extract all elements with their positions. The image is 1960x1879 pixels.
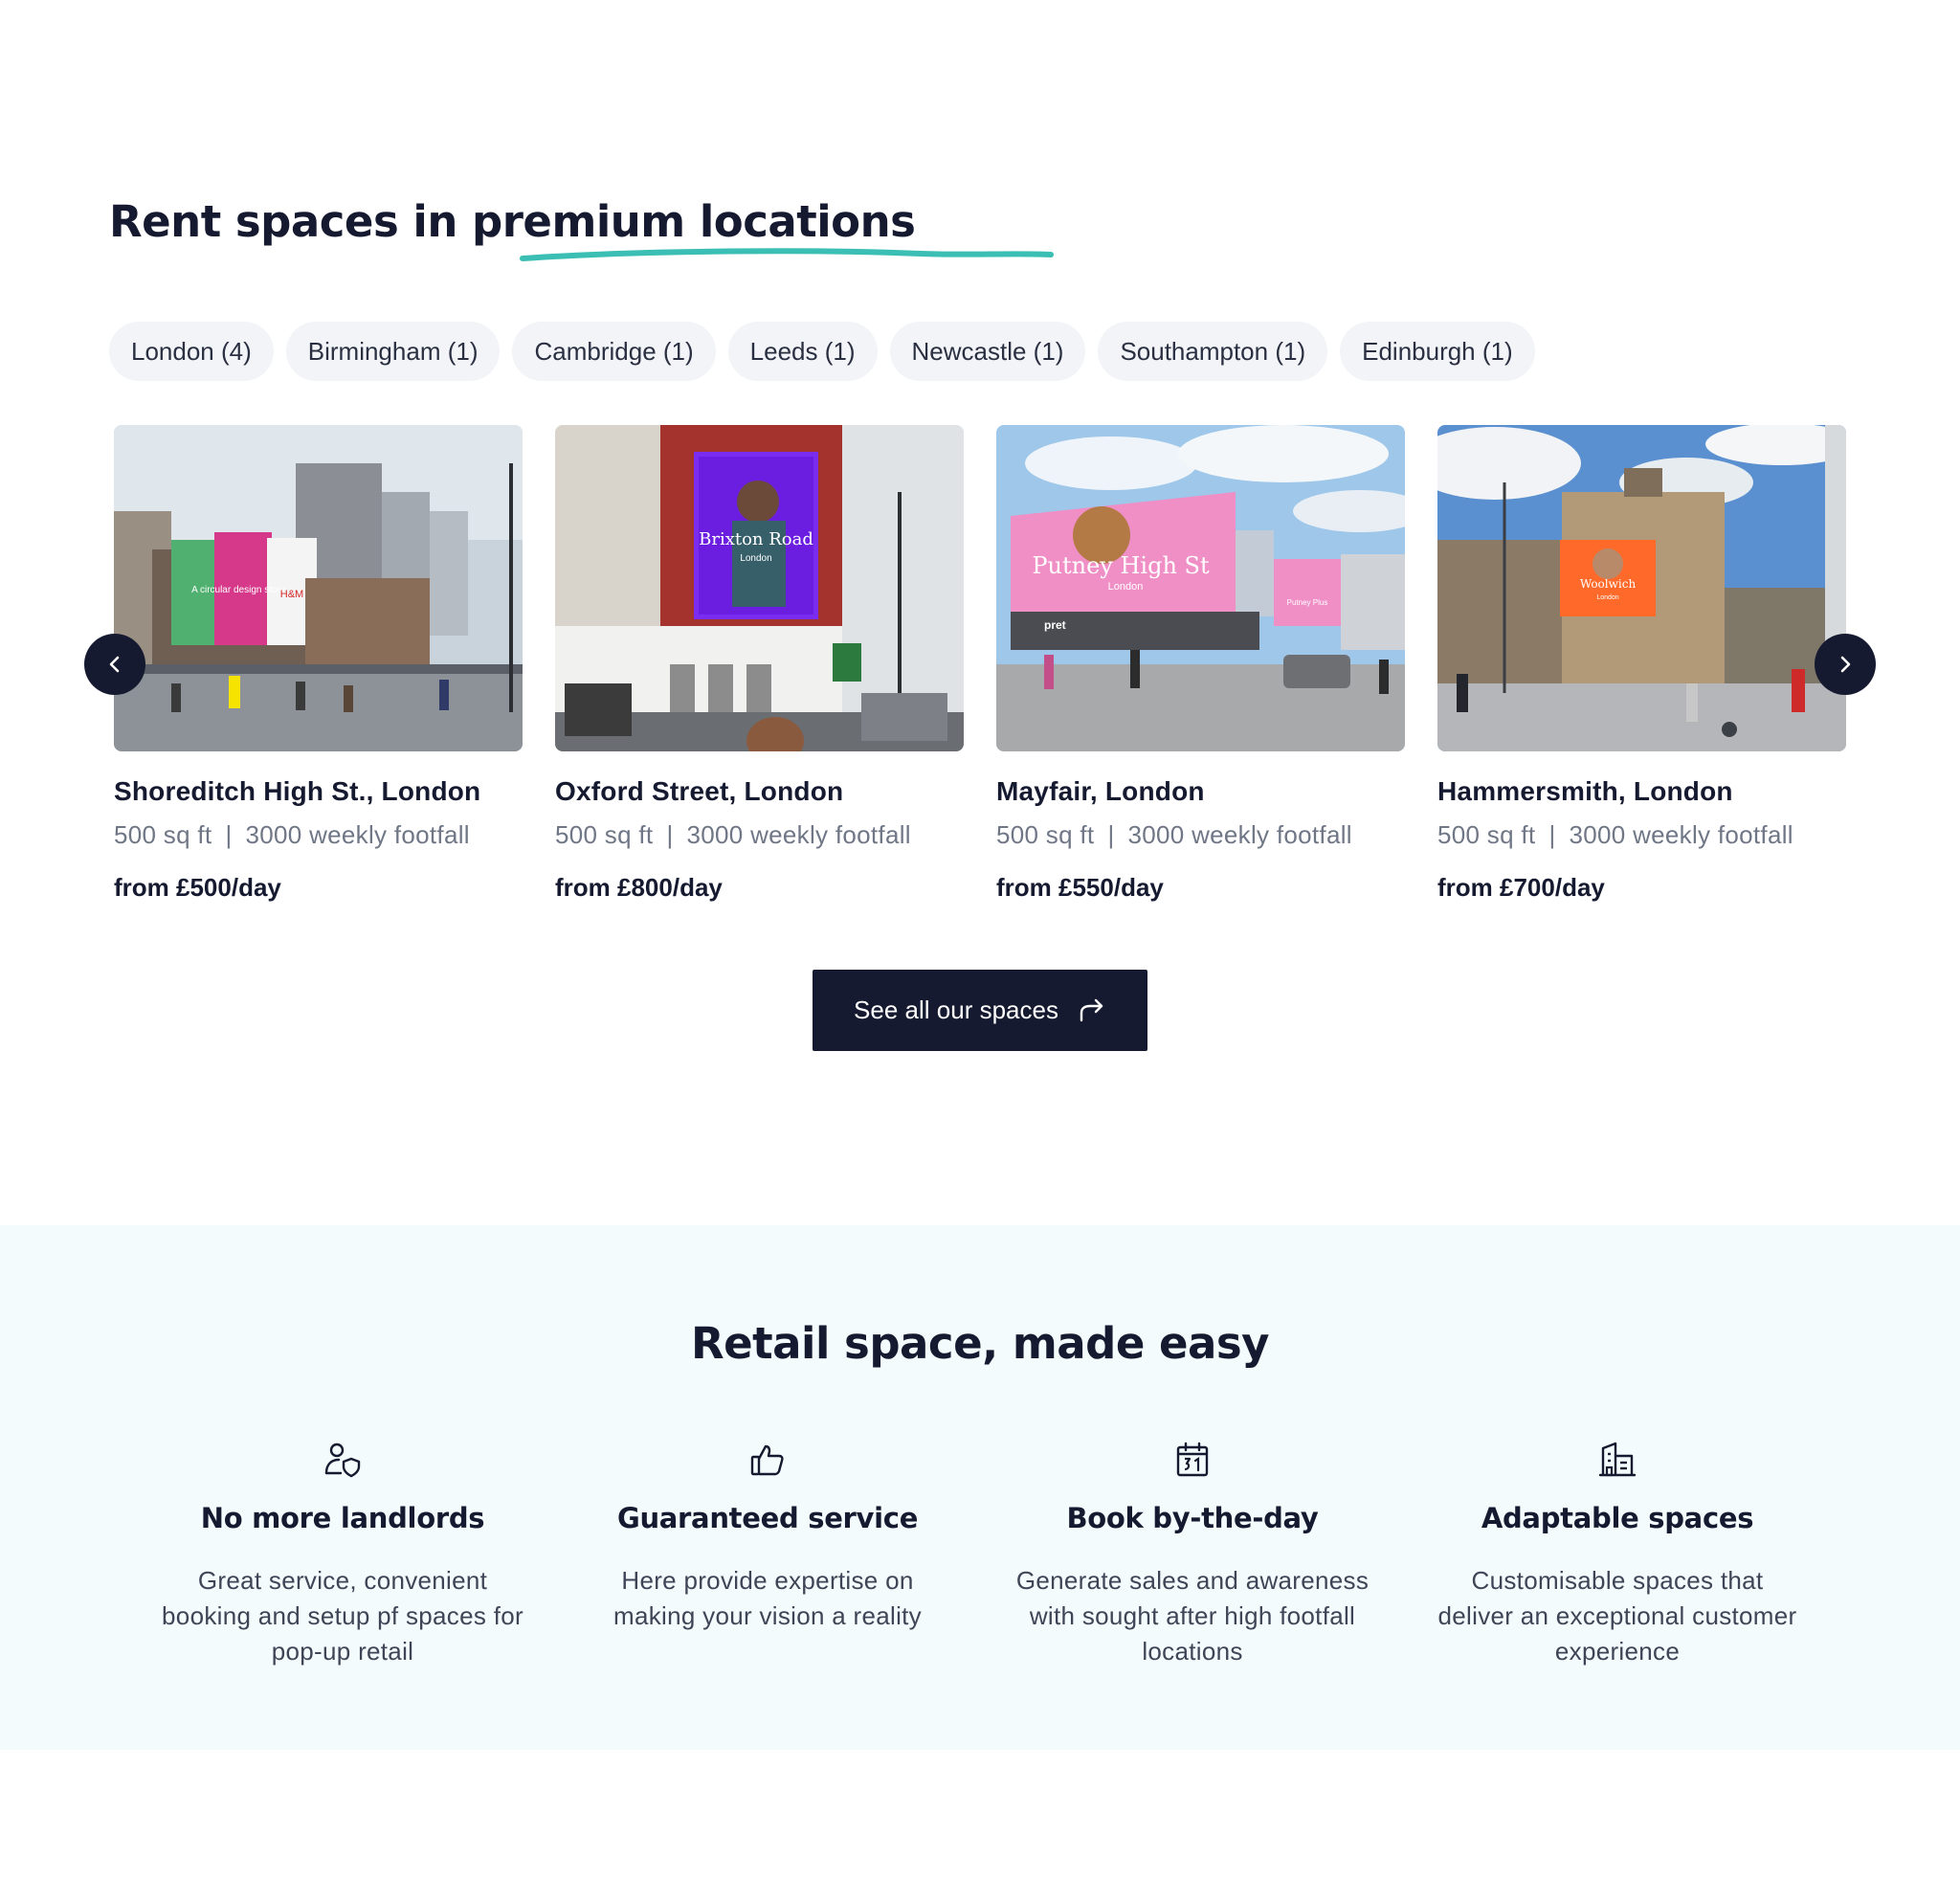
- space-size: 500 sq ft: [114, 820, 212, 849]
- space-meta: 500 sq ft | 3000 weekly footfall: [1437, 820, 1846, 850]
- billboard-small-text: Putney Plus: [1287, 598, 1328, 607]
- feature-no-landlords: No more landlords Great service, conveni…: [151, 1441, 534, 1669]
- billboard-brand: H&M: [280, 589, 303, 600]
- billboard-sub: London: [1596, 594, 1618, 601]
- space-footfall: 3000 weekly footfall: [686, 820, 911, 849]
- space-carousel: A circular design story H&M Shoreditch H…: [114, 425, 1846, 923]
- billboard-text: Putney High St: [1032, 552, 1210, 579]
- chevron-left-icon: [109, 656, 120, 673]
- feature-description: Great service, convenient booking and se…: [162, 1566, 523, 1666]
- space-price: from £550/day: [996, 873, 1164, 902]
- feature-title: Guaranteed service: [616, 1502, 919, 1534]
- billboard-text: Woolwich: [1580, 577, 1637, 591]
- meta-separator: |: [225, 820, 233, 849]
- feature-title: Book by-the-day: [1066, 1502, 1319, 1534]
- filter-chip-leeds[interactable]: Leeds (1): [727, 322, 878, 381]
- meta-separator: |: [666, 820, 674, 849]
- building-icon: [1598, 1442, 1637, 1477]
- see-all-spaces-button[interactable]: See all our spaces: [813, 970, 1147, 1051]
- space-title[interactable]: Shoreditch High St., London: [114, 776, 523, 807]
- space-title[interactable]: Mayfair, London: [996, 776, 1405, 807]
- meta-separator: |: [1548, 820, 1556, 849]
- user-shield-icon: [324, 1443, 361, 1478]
- feature-description: Here provide expertise on making your vi…: [613, 1566, 922, 1630]
- space-size: 500 sq ft: [1437, 820, 1536, 849]
- filter-chip-newcastle[interactable]: Newcastle (1): [889, 322, 1086, 381]
- billboard-text: Brixton Road: [699, 529, 813, 549]
- street-photo-image: Brixton Road London: [555, 425, 964, 751]
- chevron-right-icon: [1840, 656, 1851, 673]
- feature-adaptable-spaces: Adaptable spaces Customisable spaces tha…: [1426, 1441, 1809, 1669]
- street-photo-image: Putney High St London Putney Plus pret: [996, 425, 1405, 751]
- filter-chip-london[interactable]: London (4): [109, 322, 274, 381]
- space-footfall: 3000 weekly footfall: [245, 820, 470, 849]
- space-price: from £700/day: [1437, 873, 1605, 902]
- space-photo: Brixton Road London: [555, 425, 964, 751]
- billboard-text: A circular design story: [191, 585, 285, 595]
- space-card-mayfair[interactable]: Putney High St London Putney Plus pret M…: [996, 425, 1405, 903]
- cta-label: See all our spaces: [854, 995, 1058, 1024]
- space-title[interactable]: Hammersmith, London: [1437, 776, 1846, 807]
- space-size: 500 sq ft: [996, 820, 1095, 849]
- space-photo: Putney High St London Putney Plus pret: [996, 425, 1405, 751]
- feature-book-by-the-day: Book by-the-day Generate sales and aware…: [1001, 1441, 1384, 1669]
- carousel-next-button[interactable]: [1815, 634, 1876, 695]
- feature-description: Customisable spaces that deliver an exce…: [1437, 1566, 1797, 1666]
- heading-highlight: premium locations: [472, 196, 916, 247]
- section-heading: Rent spaces in premium locations: [109, 196, 1054, 261]
- space-meta: 500 sq ft | 3000 weekly footfall: [996, 820, 1405, 850]
- space-size: 500 sq ft: [555, 820, 654, 849]
- space-card-hammersmith[interactable]: Woolwich London Hammersmith, London 500 …: [1437, 425, 1846, 903]
- space-price: from £500/day: [114, 873, 281, 902]
- thumbs-up-icon: [750, 1444, 784, 1476]
- made-easy-heading: Retail space, made easy: [690, 1318, 1270, 1369]
- meta-separator: |: [1107, 820, 1115, 849]
- feature-description: Generate sales and awareness with sought…: [1015, 1566, 1370, 1666]
- brush-underline: [520, 248, 1054, 261]
- filter-chip-cambridge[interactable]: Cambridge (1): [512, 322, 716, 381]
- billboard-sub: London: [740, 553, 771, 564]
- filter-chip-southampton[interactable]: Southampton (1): [1098, 322, 1328, 381]
- filter-chip-edinburgh[interactable]: Edinburgh (1): [1340, 322, 1535, 381]
- street-photo-image: A circular design story H&M: [114, 425, 523, 751]
- space-footfall: 3000 weekly footfall: [1569, 820, 1793, 849]
- space-title[interactable]: Oxford Street, London: [555, 776, 964, 807]
- heading-text: Rent spaces in: [109, 196, 473, 247]
- feature-title: Adaptable spaces: [1481, 1502, 1754, 1534]
- space-card-shoreditch[interactable]: A circular design story H&M Shoreditch H…: [114, 425, 523, 903]
- space-footfall: 3000 weekly footfall: [1127, 820, 1352, 849]
- made-easy-section: Retail space, made easy No more landlord…: [0, 1225, 1960, 1750]
- filter-chip-birmingham[interactable]: Birmingham (1): [285, 322, 501, 381]
- feature-guaranteed-service: Guaranteed service Here provide expertis…: [576, 1441, 959, 1634]
- shop-sign: pret: [1044, 618, 1066, 632]
- billboard-sub: London: [1108, 581, 1144, 593]
- space-photo: A circular design story H&M: [114, 425, 523, 751]
- space-photo: Woolwich London: [1437, 425, 1846, 751]
- space-meta: 500 sq ft | 3000 weekly footfall: [114, 820, 523, 850]
- carousel-prev-button[interactable]: [84, 634, 145, 695]
- calendar-31-icon: [1176, 1442, 1209, 1477]
- space-meta: 500 sq ft | 3000 weekly footfall: [555, 820, 964, 850]
- location-filters: London (4) Birmingham (1) Cambridge (1) …: [109, 322, 1535, 381]
- redo-arrow-icon: [1080, 998, 1103, 1021]
- rent-spaces-section: Rent spaces in premium locations London …: [0, 0, 1960, 1225]
- space-price: from £800/day: [555, 873, 723, 902]
- street-photo-image: Woolwich London: [1437, 425, 1846, 751]
- feature-title: No more landlords: [200, 1502, 485, 1534]
- space-card-oxford-street[interactable]: Brixton Road London Oxford Street, Londo…: [555, 425, 964, 903]
